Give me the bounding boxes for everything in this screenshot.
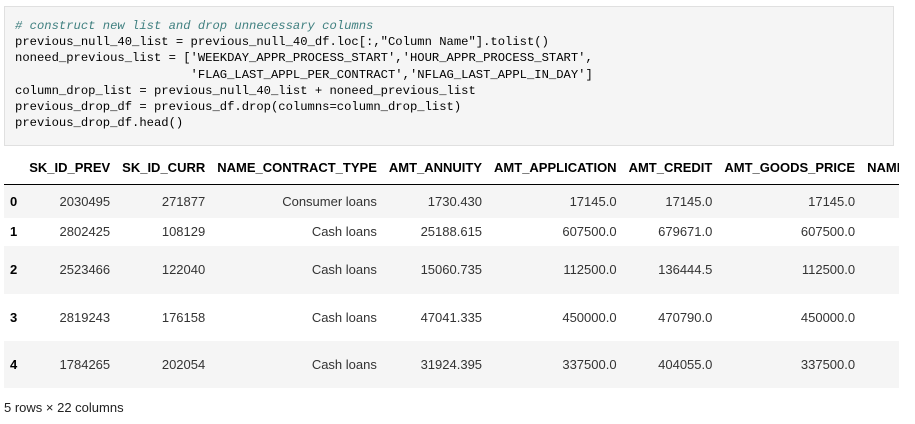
column-header: SK_ID_CURR: [116, 150, 212, 185]
table-cell: Cash loans: [311, 356, 377, 372]
table-cell: 112500.0: [563, 262, 617, 277]
table-cell: 1784265: [59, 356, 111, 372]
table-cell: 108129: [161, 224, 206, 239]
table-cell: [861, 294, 899, 341]
table-cell: 2523466: [59, 262, 111, 277]
table-cell: [861, 185, 899, 218]
table-cell: 202054: [161, 356, 206, 372]
table-cell: 31924.395: [420, 356, 483, 372]
table-cell: [861, 341, 899, 388]
index-header: [4, 150, 24, 185]
row-index: 4: [10, 356, 18, 372]
code-line: previous_drop_df.head(): [15, 116, 184, 131]
column-header: AMT_GOODS_PRICE: [718, 150, 862, 185]
table-cell: 17145.0: [665, 193, 713, 209]
table-row: 3 2819243 176158 Cash loans 47041.335 45…: [4, 293, 899, 341]
table-cell: [861, 246, 899, 294]
table-cell: 17145.0: [808, 193, 856, 209]
code-line: column_drop_list = previous_null_40_list…: [15, 83, 476, 98]
table-cell: 47041.335: [420, 309, 483, 325]
code-line: previous_drop_df = previous_df.drop(colu…: [15, 100, 462, 115]
table-cell: 607500.0: [800, 224, 856, 239]
row-index: 1: [10, 224, 18, 239]
table-header-row: SK_ID_PREV SK_ID_CURR NAME_CONTRACT_TYPE…: [4, 150, 899, 185]
table-cell: 607500.0: [562, 224, 617, 239]
table-cell: 2802425: [59, 224, 111, 239]
column-header: NAME_CONTRACT_TYPE: [211, 150, 383, 185]
table-cell: 337500.0: [562, 356, 617, 372]
table-cell: Cash loans: [311, 224, 377, 239]
dataframe-shape-note: 5 rows × 22 columns: [4, 400, 124, 415]
table-cell: 15060.735: [420, 262, 483, 277]
dataframe-table: SK_ID_PREV SK_ID_CURR NAME_CONTRACT_TYPE…: [4, 150, 899, 388]
code-line: previous_null_40_list = previous_null_40…: [15, 35, 549, 50]
table-cell: Cash loans: [311, 262, 377, 277]
table-cell: 1730.430: [427, 193, 483, 209]
column-header: NAME_CAS: [861, 150, 899, 185]
row-index: 2: [10, 262, 18, 277]
row-index: 0: [10, 193, 18, 209]
table-cell: 271877: [161, 193, 206, 209]
code-line: noneed_previous_list = ['WEEKDAY_APPR_PR…: [15, 51, 593, 66]
column-header: SK_ID_PREV: [23, 150, 117, 185]
table-cell: 450000.0: [562, 309, 617, 325]
table-row: 0 2030495 271877 Consumer loans 1730.430…: [4, 184, 899, 218]
column-header: AMT_APPLICATION: [488, 150, 623, 185]
table-cell: 122040: [161, 262, 206, 277]
table-cell: 450000.0: [800, 309, 856, 325]
code-line: 'FLAG_LAST_APPL_PER_CONTRACT','NFLAG_LAS…: [15, 67, 593, 82]
table-cell: 337500.0: [800, 356, 856, 372]
table-cell: 17145.0: [569, 193, 617, 209]
table-cell: 2819243: [59, 309, 111, 325]
table-cell: 2030495: [59, 193, 111, 209]
table-cell: 679671.0: [658, 224, 713, 239]
table-cell: 136444.5: [658, 262, 713, 277]
table-cell: 176158: [161, 309, 206, 325]
code-comment: # construct new list and drop unnecessar…: [15, 19, 374, 33]
table-cell: 112500.0: [801, 262, 856, 277]
table-cell: Cash loans: [311, 309, 377, 325]
table-cell: 25188.615: [420, 224, 483, 239]
table-row: 1 2802425 108129 Cash loans 25188.615 60…: [4, 217, 899, 246]
table-row: 4 1784265 202054 Cash loans 31924.395 33…: [4, 340, 899, 388]
table-cell: [861, 218, 899, 246]
row-index: 3: [10, 309, 18, 325]
column-header: AMT_ANNUITY: [382, 150, 489, 185]
table-row: 2 2523466 122040 Cash loans 15060.735 11…: [4, 245, 899, 294]
table-cell: 404055.0: [658, 356, 713, 372]
table-cell: Consumer loans: [282, 193, 377, 209]
code-cell[interactable]: # construct new list and drop unnecessar…: [4, 6, 894, 146]
column-header: AMT_CREDIT: [622, 150, 719, 185]
code-editor[interactable]: # construct new list and drop unnecessar…: [15, 18, 593, 131]
output-area: SK_ID_PREV SK_ID_CURR NAME_CONTRACT_TYPE…: [4, 150, 899, 390]
table-cell: 470790.0: [658, 309, 713, 325]
